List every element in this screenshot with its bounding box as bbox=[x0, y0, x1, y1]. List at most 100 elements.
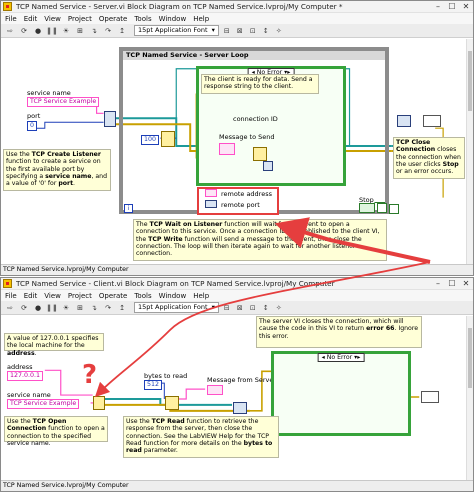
or-node[interactable] bbox=[377, 203, 387, 213]
tcp-read-note: Use the TCP Read function to retrieve th… bbox=[123, 416, 279, 458]
retain-wire-values-icon[interactable]: ⊞ bbox=[74, 25, 86, 36]
maximize-icon[interactable]: ☐ bbox=[445, 1, 459, 12]
server-vertical-scrollbar[interactable] bbox=[466, 39, 473, 264]
client-vertical-scrollbar[interactable] bbox=[466, 316, 473, 480]
service-name-constant[interactable]: TCP Service Example bbox=[7, 399, 80, 409]
menu-tools[interactable]: Tools bbox=[134, 292, 151, 300]
server-toolbar: ⇨ ⟳ ● ❚❚ ☀ ⊞ ↴ ↷ ↥ 15pt Application Font… bbox=[1, 24, 473, 38]
remote-address-indicator[interactable] bbox=[205, 189, 217, 197]
server-block-diagram-window: TCP Named Service - Server.vi Block Diag… bbox=[0, 0, 474, 276]
loop-condition-terminal[interactable] bbox=[389, 204, 399, 214]
server-status-bar: TCP Named Service.lvproj/My Computer bbox=[1, 264, 473, 275]
tcp-wait-on-listener-node[interactable] bbox=[161, 131, 175, 147]
menu-edit[interactable]: Edit bbox=[24, 292, 38, 300]
stop-button-terminal[interactable] bbox=[359, 203, 375, 213]
menu-edit[interactable]: Edit bbox=[24, 15, 38, 23]
iteration-terminal[interactable]: i bbox=[124, 204, 133, 213]
scroll-thumb[interactable] bbox=[468, 51, 472, 111]
text-settings-dropdown[interactable]: 15pt Application Font ▾ bbox=[134, 302, 219, 313]
distribute-objects-icon[interactable]: ⊠ bbox=[235, 303, 245, 313]
no-error-case-structure[interactable]: ◂ No Error ▾▸ bbox=[271, 351, 411, 436]
client-diagram-canvas[interactable]: A value of 127.0.0.1 specifies the local… bbox=[1, 316, 473, 480]
menu-window[interactable]: Window bbox=[159, 15, 187, 23]
cleanup-diagram-icon[interactable]: ✧ bbox=[274, 303, 284, 313]
reorder-icon[interactable]: ↕ bbox=[261, 303, 271, 313]
remote-address-label: remote address bbox=[221, 190, 272, 198]
menu-file[interactable]: File bbox=[5, 15, 17, 23]
close-icon[interactable]: ✕ bbox=[459, 278, 473, 289]
run-arrow-icon[interactable]: ⇨ bbox=[4, 25, 16, 36]
text-settings-dropdown[interactable]: 15pt Application Font ▾ bbox=[134, 25, 219, 36]
step-out-icon[interactable]: ↥ bbox=[116, 302, 128, 313]
message-from-server-indicator[interactable] bbox=[207, 385, 223, 395]
service-name-constant[interactable]: TCP Service Example bbox=[27, 97, 100, 107]
menu-help[interactable]: Help bbox=[193, 292, 209, 300]
case-selector[interactable]: ◂ No Error ▾▸ bbox=[317, 353, 365, 362]
simple-error-handler-node[interactable] bbox=[423, 115, 441, 127]
scroll-thumb[interactable] bbox=[468, 328, 472, 388]
address-constant[interactable]: 127.0.0.1 bbox=[7, 371, 44, 381]
tcp-write-node[interactable] bbox=[253, 147, 267, 161]
menu-file[interactable]: File bbox=[5, 292, 17, 300]
service-name-label: service name bbox=[27, 89, 71, 97]
client-title-bar[interactable]: TCP Named Service - Client.vi Block Diag… bbox=[1, 278, 473, 290]
tcp-open-connection-node[interactable] bbox=[93, 396, 105, 410]
minimize-icon[interactable]: – bbox=[431, 1, 445, 12]
menu-view[interactable]: View bbox=[44, 15, 61, 23]
resize-objects-icon[interactable]: ⊡ bbox=[248, 303, 258, 313]
menu-operate[interactable]: Operate bbox=[99, 292, 127, 300]
chevron-down-icon: ▾ bbox=[211, 303, 215, 311]
step-over-icon[interactable]: ↷ bbox=[102, 302, 114, 313]
simple-error-handler-node[interactable] bbox=[421, 391, 439, 403]
step-over-icon[interactable]: ↷ bbox=[102, 25, 114, 36]
resize-objects-icon[interactable]: ⊡ bbox=[248, 26, 258, 36]
server-title-bar[interactable]: TCP Named Service - Server.vi Block Diag… bbox=[1, 1, 473, 13]
string-length-node[interactable] bbox=[263, 161, 273, 171]
tcp-close-connection-node[interactable] bbox=[233, 402, 247, 414]
maximize-icon[interactable]: ☐ bbox=[445, 278, 459, 289]
server-menu-bar: File Edit View Project Operate Tools Win… bbox=[1, 13, 473, 24]
service-name-label: service name bbox=[7, 391, 51, 399]
highlight-execution-icon[interactable]: ☀ bbox=[60, 25, 72, 36]
tcp-close-connection-node[interactable] bbox=[397, 115, 411, 127]
tcp-create-listener-node[interactable] bbox=[104, 111, 116, 127]
question-mark-annotation: ? bbox=[82, 360, 98, 390]
labview-app-icon bbox=[3, 2, 12, 11]
align-objects-icon[interactable]: ⊟ bbox=[222, 26, 232, 36]
menu-help[interactable]: Help bbox=[193, 15, 209, 23]
cleanup-diagram-icon[interactable]: ✧ bbox=[274, 26, 284, 36]
align-objects-icon[interactable]: ⊟ bbox=[222, 303, 232, 313]
menu-operate[interactable]: Operate bbox=[99, 15, 127, 23]
reorder-icon[interactable]: ↕ bbox=[261, 26, 271, 36]
tcp-read-node[interactable] bbox=[165, 396, 179, 410]
timeout-constant[interactable]: 100 bbox=[141, 135, 160, 145]
menu-tools[interactable]: Tools bbox=[134, 15, 151, 23]
menu-window[interactable]: Window bbox=[159, 292, 187, 300]
menu-view[interactable]: View bbox=[44, 292, 61, 300]
minimize-icon[interactable]: – bbox=[431, 278, 445, 289]
bytes-to-read-constant[interactable]: 512 bbox=[144, 380, 163, 390]
server-diagram-canvas[interactable]: service name TCP Service Example port 0 … bbox=[1, 39, 473, 264]
pause-icon[interactable]: ❚❚ bbox=[46, 25, 58, 36]
abort-icon[interactable]: ● bbox=[32, 25, 44, 36]
close-icon[interactable]: ✕ bbox=[459, 1, 473, 12]
pause-icon[interactable]: ❚❚ bbox=[46, 302, 58, 313]
port-constant[interactable]: 0 bbox=[27, 121, 38, 131]
run-continuously-icon[interactable]: ⟳ bbox=[18, 25, 30, 36]
port-label: port bbox=[27, 112, 41, 120]
distribute-objects-icon[interactable]: ⊠ bbox=[235, 26, 245, 36]
menu-project[interactable]: Project bbox=[68, 15, 92, 23]
highlight-execution-icon[interactable]: ☀ bbox=[60, 302, 72, 313]
menu-project[interactable]: Project bbox=[68, 292, 92, 300]
run-arrow-icon[interactable]: ⇨ bbox=[4, 302, 16, 313]
client-toolbar: ⇨ ⟳ ● ❚❚ ☀ ⊞ ↴ ↷ ↥ 15pt Application Font… bbox=[1, 301, 473, 315]
remote-port-indicator[interactable] bbox=[205, 200, 217, 208]
step-into-icon[interactable]: ↴ bbox=[88, 302, 100, 313]
retain-wire-values-icon[interactable]: ⊞ bbox=[74, 302, 86, 313]
run-continuously-icon[interactable]: ⟳ bbox=[18, 302, 30, 313]
abort-icon[interactable]: ● bbox=[32, 302, 44, 313]
message-to-send-control[interactable] bbox=[219, 143, 235, 155]
step-into-icon[interactable]: ↴ bbox=[88, 25, 100, 36]
step-out-icon[interactable]: ↥ bbox=[116, 25, 128, 36]
wait-on-listener-note: The TCP Wait on Listener function will w… bbox=[133, 219, 387, 261]
